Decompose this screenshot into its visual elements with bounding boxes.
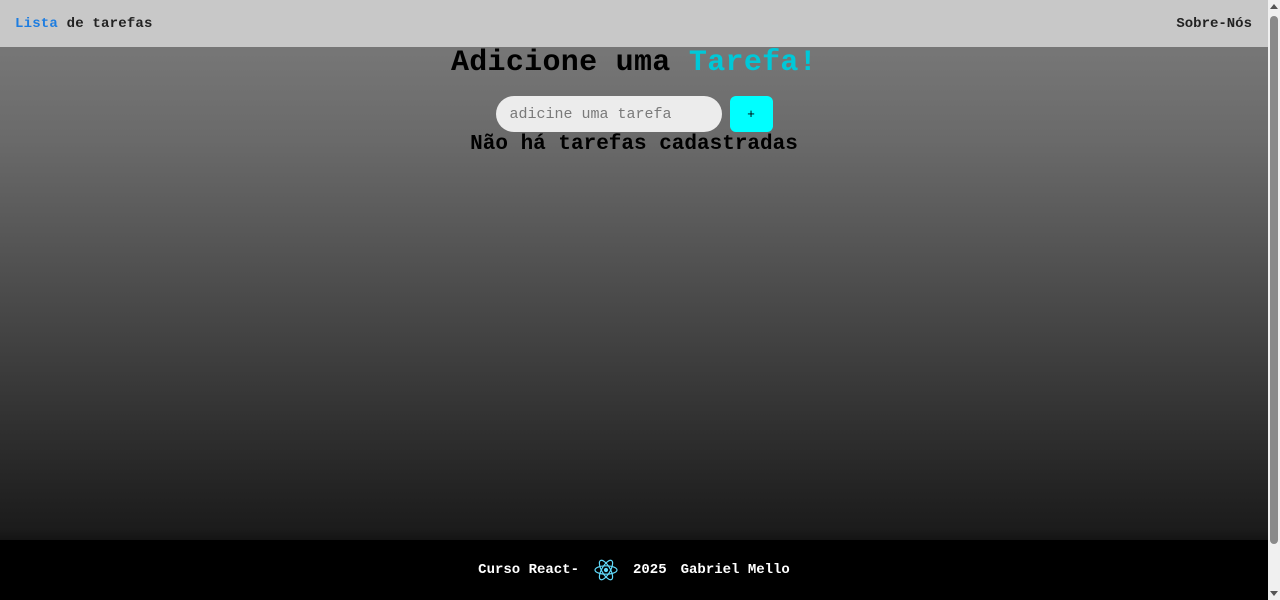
footer-author: Gabriel Mello (680, 562, 790, 578)
brand-rest: de tarefas (58, 15, 153, 32)
vertical-scrollbar[interactable] (1268, 0, 1280, 600)
brand-accent: Lista (15, 15, 59, 32)
nav-link-about[interactable]: Sobre-Nós (1176, 16, 1252, 32)
task-input[interactable] (495, 96, 722, 132)
react-icon (593, 558, 619, 582)
scroll-down-icon[interactable] (1270, 591, 1278, 596)
add-task-button[interactable]: + (729, 96, 773, 132)
main-content: Adicione uma Tarefa! + Não há tarefas ca… (0, 47, 1268, 157)
footer-year: 2025 (633, 562, 667, 578)
empty-state-message: Não há tarefas cadastradas (470, 133, 798, 156)
page-title: Adicione uma Tarefa! (0, 47, 1268, 79)
page-footer: Curso React- 2025 Gabriel Mello (0, 540, 1268, 600)
scroll-up-icon[interactable] (1270, 4, 1278, 9)
scroll-thumb[interactable] (1270, 16, 1278, 544)
page-title-prefix: Adicione uma (450, 46, 689, 80)
add-task-form: + (0, 96, 1268, 132)
app-root: Lista de tarefas Sobre-Nós Adicione uma … (0, 0, 1268, 600)
page-title-accent: Tarefa! (688, 46, 818, 80)
brand-title[interactable]: Lista de tarefas (15, 16, 153, 32)
top-navbar: Lista de tarefas Sobre-Nós (0, 0, 1268, 47)
footer-course: Curso React- (478, 562, 579, 578)
